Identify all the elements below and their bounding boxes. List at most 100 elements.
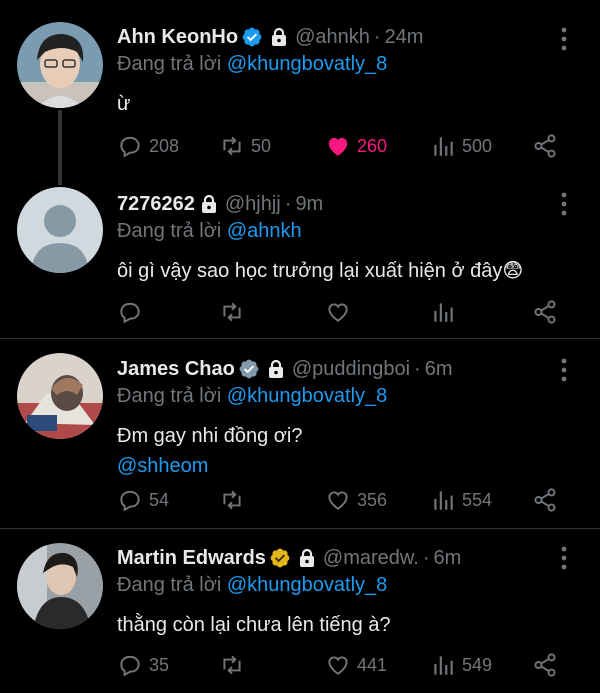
timestamp[interactable]: 9m xyxy=(295,193,323,216)
lock-icon xyxy=(201,194,216,213)
like-count: 260 xyxy=(357,135,388,156)
like-button[interactable]: 260 xyxy=(325,131,387,161)
tweet[interactable]: Martin Edwards @maredw. · 6m Đang trả lờ… xyxy=(0,529,600,693)
share-icon xyxy=(534,488,556,512)
avatar[interactable] xyxy=(17,353,103,439)
handle[interactable]: @hjhjj xyxy=(225,193,281,216)
retweet-button[interactable] xyxy=(219,485,245,515)
view-count: 554 xyxy=(462,489,493,510)
more-options-icon[interactable] xyxy=(554,545,574,571)
reply-count: 208 xyxy=(149,135,180,156)
share-button[interactable] xyxy=(532,131,558,161)
timestamp[interactable]: 24m xyxy=(385,26,424,49)
reply-button[interactable]: 54 xyxy=(117,485,169,515)
lock-icon xyxy=(268,359,283,378)
reply-icon xyxy=(120,490,140,512)
tweet-text: thằng còn lại chưa lên tiếng à? xyxy=(117,610,550,640)
display-name[interactable]: 7276262 xyxy=(117,193,195,216)
views-icon xyxy=(434,656,453,675)
views-button[interactable]: 554 xyxy=(430,485,492,515)
share-icon xyxy=(534,653,556,677)
avatar[interactable] xyxy=(17,22,103,108)
retweet-icon xyxy=(223,655,241,675)
view-count: 500 xyxy=(462,135,493,156)
avatar-photo xyxy=(17,353,103,439)
tweet-mention[interactable]: @shheom xyxy=(117,451,550,481)
like-button[interactable] xyxy=(325,297,351,327)
default-avatar-icon xyxy=(17,187,103,273)
like-button[interactable]: 356 xyxy=(325,485,387,515)
more-options-icon[interactable] xyxy=(554,357,574,383)
tweet[interactable]: Ahn KeonHo @ahnkh · 24m Đang trả lời @kh… xyxy=(0,0,600,185)
reply-to-mention[interactable]: @khungbovatly_8 xyxy=(227,53,387,75)
more-options-icon[interactable] xyxy=(554,191,574,217)
separator-dot: · xyxy=(284,192,292,215)
separator-dot: · xyxy=(414,357,421,380)
share-button[interactable] xyxy=(532,297,558,327)
reply-button[interactable]: 35 xyxy=(117,650,169,680)
tweet[interactable]: 7276262 @hjhjj · 9m Đang trả lời @ahnkh … xyxy=(0,175,600,338)
timestamp[interactable]: 6m xyxy=(433,547,461,570)
heart-icon xyxy=(328,656,348,675)
replying-to: Đang trả lời @khungbovatly_8 xyxy=(117,385,550,413)
views-button[interactable] xyxy=(430,297,456,327)
like-count: 441 xyxy=(357,654,388,675)
tweet-body: ừ xyxy=(117,93,131,115)
more-options-icon[interactable] xyxy=(554,26,574,52)
share-icon xyxy=(534,300,556,324)
heart-icon xyxy=(328,303,348,322)
replying-to: Đang trả lời @ahnkh xyxy=(117,220,550,248)
retweet-icon xyxy=(223,302,241,322)
handle[interactable]: @puddingboi xyxy=(292,358,410,381)
reply-to-mention[interactable]: @khungbovatly_8 xyxy=(227,574,387,596)
reply-icon xyxy=(120,655,140,677)
retweet-button[interactable] xyxy=(219,650,245,680)
thread-connector xyxy=(58,110,62,185)
separator-dot: · xyxy=(422,546,430,569)
reply-prefix: Đang trả lời xyxy=(117,220,222,242)
display-name[interactable]: Ahn KeonHo xyxy=(117,26,238,49)
views-icon xyxy=(434,491,453,510)
handle[interactable]: @ahnkh xyxy=(295,26,370,49)
reply-button[interactable]: 208 xyxy=(117,131,179,161)
views-button[interactable]: 549 xyxy=(430,650,492,680)
like-button[interactable]: 441 xyxy=(325,650,387,680)
retweet-button[interactable]: 50 xyxy=(219,131,271,161)
views-button[interactable]: 500 xyxy=(430,131,492,161)
heart-filled-icon xyxy=(328,137,348,156)
display-name[interactable]: Martin Edwards xyxy=(117,547,266,570)
timestamp[interactable]: 6m xyxy=(425,358,453,381)
separator-dot: · xyxy=(373,25,381,48)
lock-icon xyxy=(272,27,287,46)
reply-to-mention[interactable]: @khungbovatly_8 xyxy=(227,385,387,407)
verified-gray-icon xyxy=(239,359,259,379)
reply-button[interactable] xyxy=(117,297,143,327)
avatar-photo xyxy=(17,22,103,108)
tweet[interactable]: James Chao @puddingboi · 6m Đang trả lời… xyxy=(0,339,600,528)
views-icon xyxy=(434,137,453,156)
views-icon xyxy=(434,303,453,322)
avatar[interactable] xyxy=(17,543,103,629)
reply-count: 35 xyxy=(149,654,170,675)
replying-to: Đang trả lời @khungbovatly_8 xyxy=(117,53,550,81)
view-count: 549 xyxy=(462,654,493,675)
reply-icon xyxy=(120,136,140,158)
verified-blue-icon xyxy=(242,27,262,47)
tweet-text: Đm gay nhi đồng ơi? @shheom xyxy=(117,421,550,481)
share-button[interactable] xyxy=(532,650,558,680)
verified-gold-icon xyxy=(270,548,290,568)
reply-to-mention[interactable]: @ahnkh xyxy=(227,220,302,242)
share-button[interactable] xyxy=(532,485,558,515)
tweet-text: ôi gì vậy sao học trưởng lại xuất hiện ở… xyxy=(117,256,550,286)
avatar[interactable] xyxy=(17,187,103,273)
heart-icon xyxy=(328,491,348,510)
handle[interactable]: @maredw. xyxy=(323,547,419,570)
share-icon xyxy=(534,134,556,158)
display-name[interactable]: James Chao xyxy=(117,358,235,381)
avatar-photo xyxy=(17,543,103,629)
like-count: 356 xyxy=(357,489,388,510)
reply-icon xyxy=(120,302,140,324)
retweet-icon xyxy=(223,490,241,510)
lock-icon xyxy=(299,548,314,567)
retweet-button[interactable] xyxy=(219,297,245,327)
